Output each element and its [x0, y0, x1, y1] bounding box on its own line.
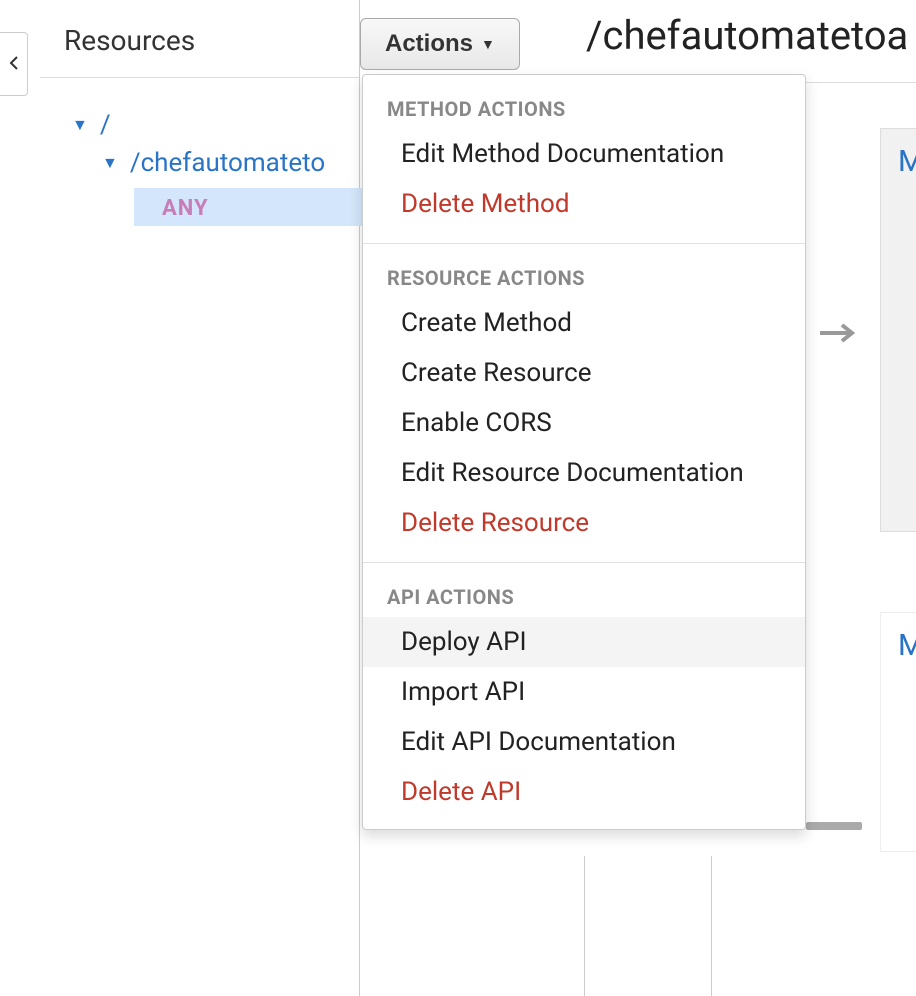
dropdown-section-method-header: METHOD ACTIONS [363, 75, 805, 129]
dropdown-section-resource-header: RESOURCE ACTIONS [363, 243, 805, 298]
tree-root-item[interactable]: ▼ / [40, 106, 359, 144]
menu-edit-api-documentation[interactable]: Edit API Documentation [363, 717, 805, 767]
actions-button-label: Actions [385, 30, 473, 58]
resource-path-title: /chefautomatetoa [586, 12, 908, 59]
arrow-right-icon [820, 316, 860, 351]
dropdown-section-api-header: API ACTIONS [363, 562, 805, 617]
method-request-link[interactable]: M [898, 144, 916, 179]
menu-enable-cors[interactable]: Enable CORS [363, 398, 805, 448]
menu-create-method[interactable]: Create Method [363, 298, 805, 348]
menu-create-resource[interactable]: Create Resource [363, 348, 805, 398]
sidebar-title: Resources [40, 18, 359, 78]
resources-tree: ▼ / ▼ /chefautomateto ANY [40, 106, 359, 226]
resources-sidebar: Resources ▼ / ▼ /chefautomateto ANY [40, 0, 360, 996]
actions-dropdown: METHOD ACTIONS Edit Method Documentation… [362, 74, 806, 830]
menu-deploy-api[interactable]: Deploy API [363, 617, 805, 667]
tree-child-item[interactable]: ▼ /chefautomateto [40, 144, 359, 182]
method-response-link[interactable]: M [898, 628, 916, 663]
menu-import-api[interactable]: Import API [363, 667, 805, 717]
menu-edit-method-documentation[interactable]: Edit Method Documentation [363, 129, 805, 179]
caret-down-icon: ▼ [481, 36, 495, 52]
tree-root-label: / [100, 110, 111, 140]
collapse-sidebar-tab[interactable] [0, 32, 28, 96]
menu-delete-method[interactable]: Delete Method [363, 179, 805, 229]
chevron-left-icon [9, 55, 19, 74]
menu-edit-resource-documentation[interactable]: Edit Resource Documentation [363, 448, 805, 498]
actions-button[interactable]: Actions ▼ [360, 18, 520, 70]
connector-bar [806, 822, 862, 830]
method-badge: ANY [162, 196, 209, 221]
chevron-down-icon: ▼ [72, 115, 88, 135]
chevron-down-icon: ▼ [102, 153, 118, 173]
menu-delete-resource[interactable]: Delete Resource [363, 498, 805, 548]
tree-child-label: /chefautomateto [130, 148, 325, 178]
method-request-box[interactable] [880, 128, 916, 532]
menu-delete-api[interactable]: Delete API [363, 767, 805, 817]
flow-connector [584, 856, 712, 996]
